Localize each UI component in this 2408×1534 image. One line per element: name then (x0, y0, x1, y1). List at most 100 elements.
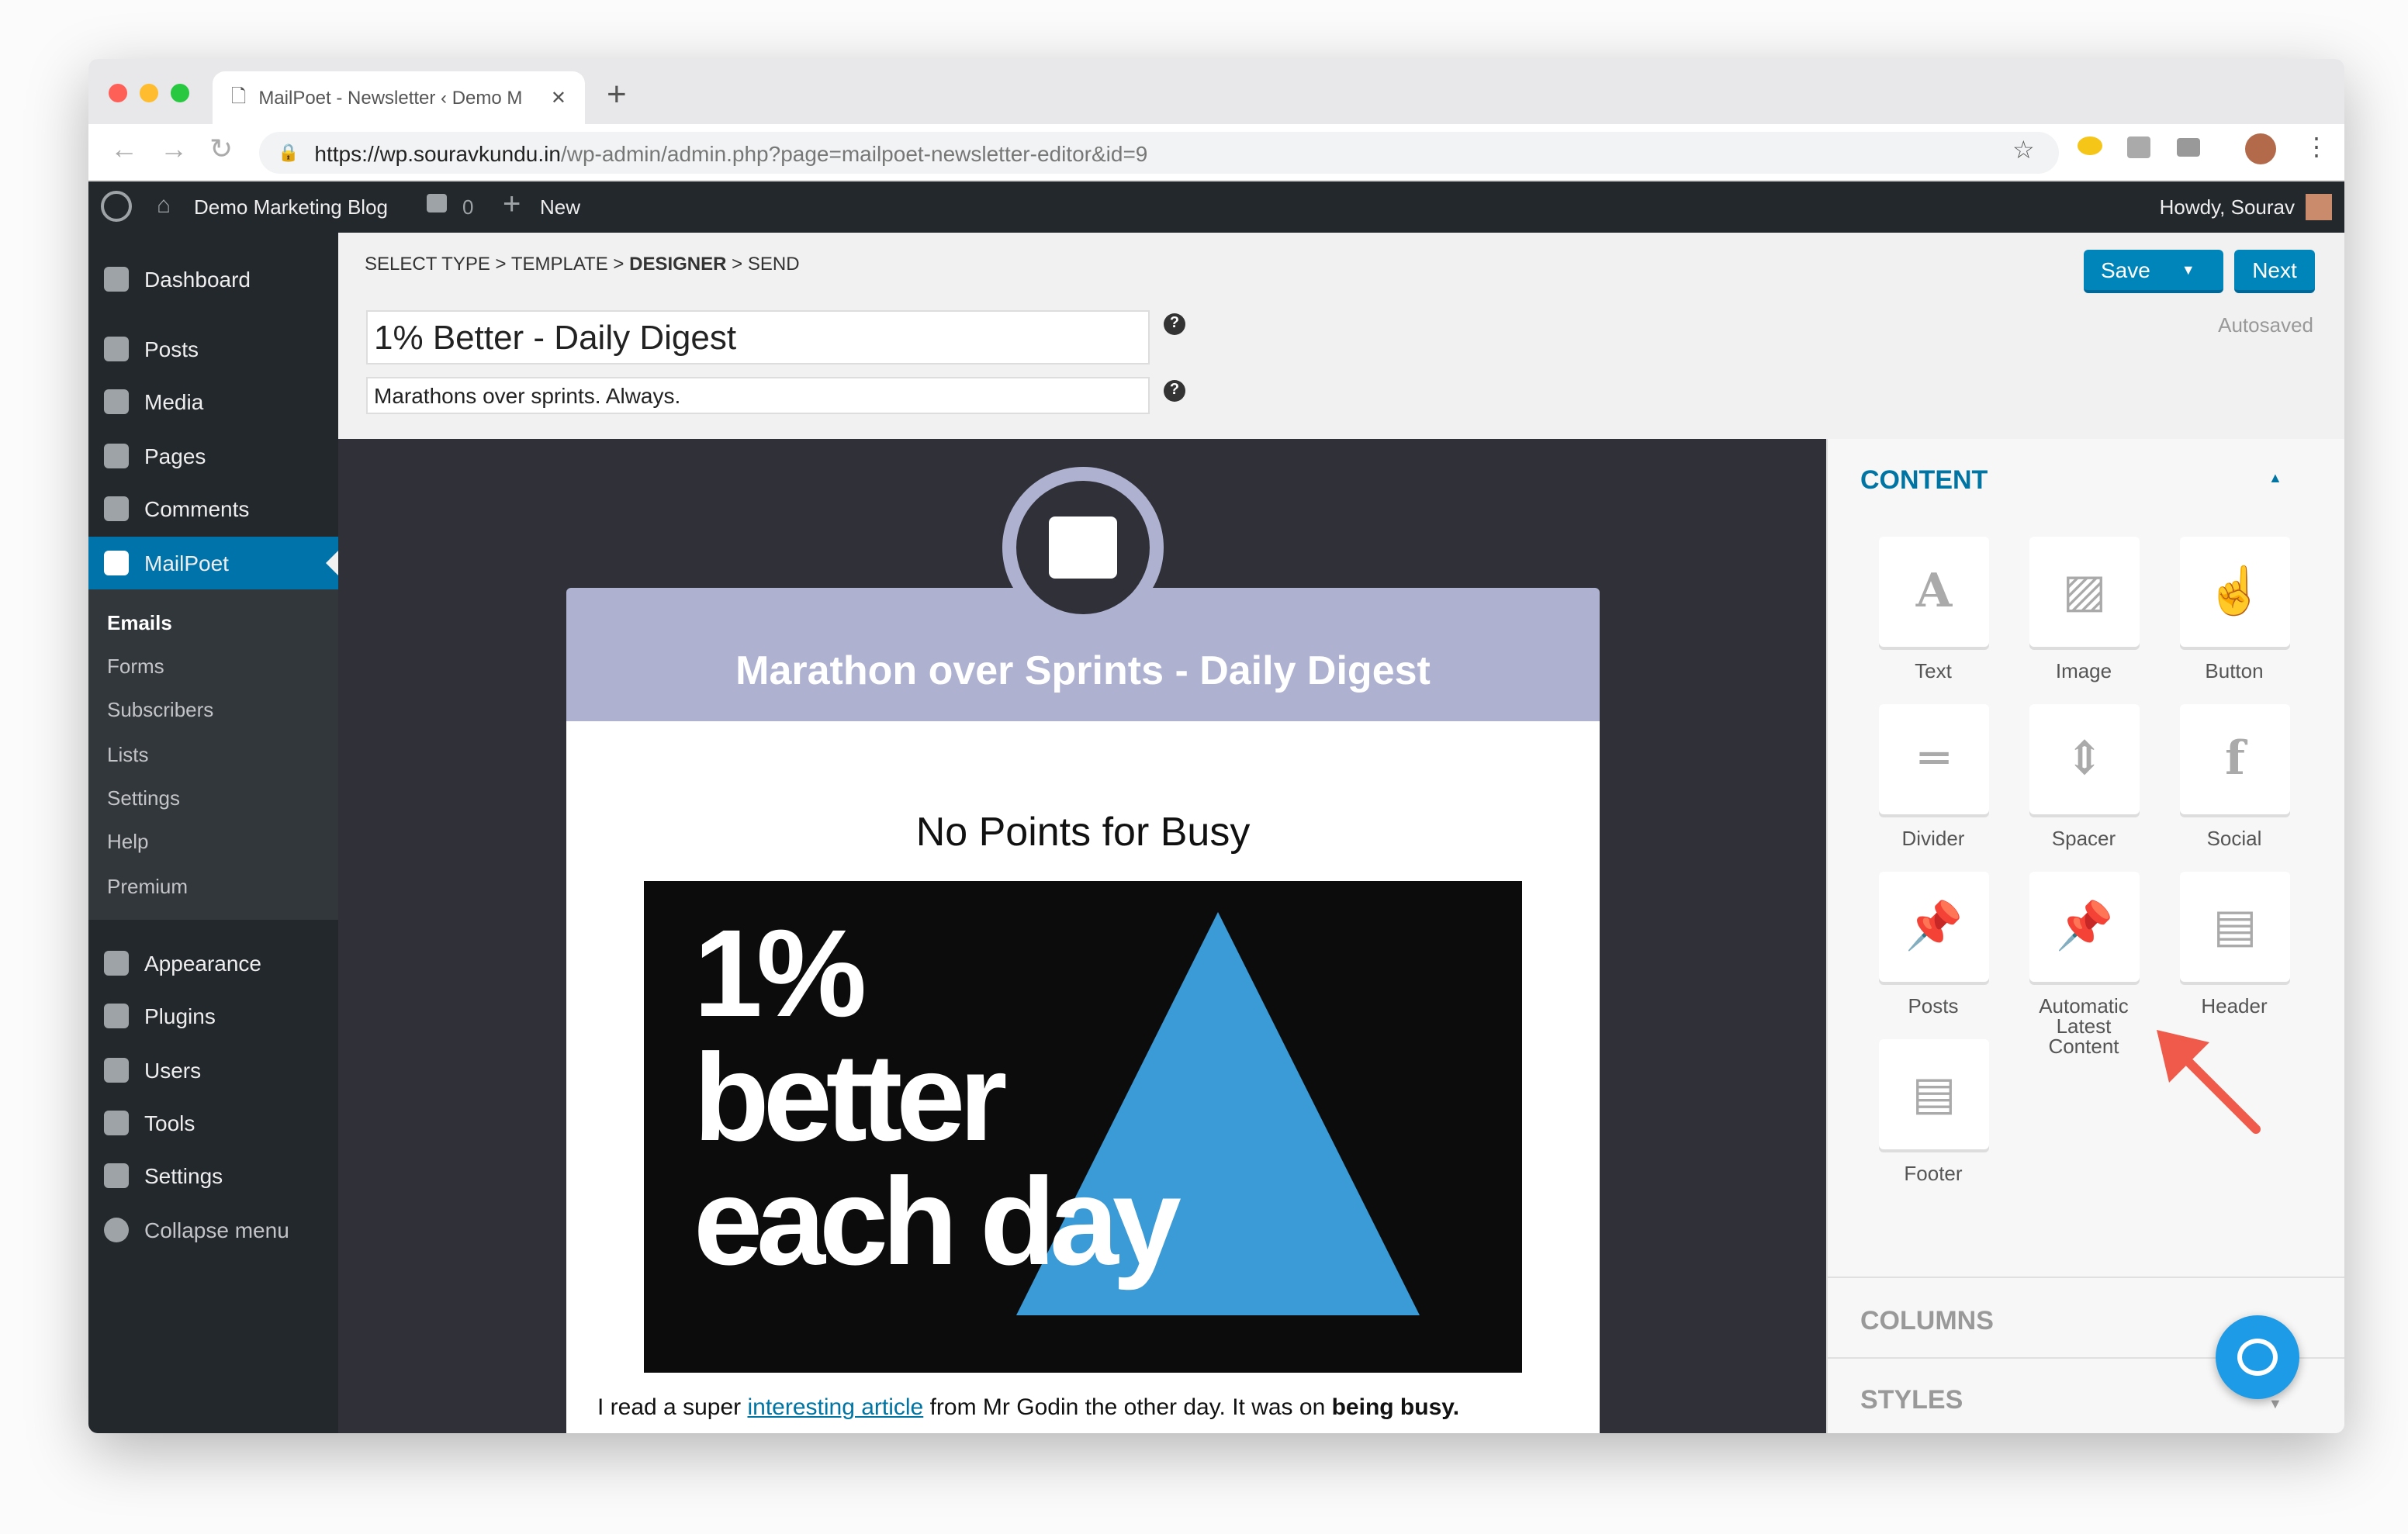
extension-briefcase-icon[interactable] (2127, 136, 2150, 158)
browser-menu-icon[interactable]: ⋮ (2304, 132, 2329, 163)
dropdown-caret-icon[interactable]: ▼ (2181, 262, 2195, 278)
block-label: Header (2201, 994, 2268, 1017)
block-image[interactable]: ▨ (2029, 537, 2140, 647)
next-label: Next (2252, 257, 2297, 282)
email-canvas: Marathon over Sprints - Daily Digest No … (338, 439, 1826, 1433)
step-designer[interactable]: DESIGNER (629, 253, 726, 275)
camera-icon[interactable] (2177, 138, 2200, 157)
submenu-help[interactable]: Help (107, 830, 149, 853)
chat-support-button[interactable] (2216, 1315, 2299, 1399)
submenu-lists[interactable]: Lists (107, 743, 148, 766)
sidebar-item-settings[interactable]: Settings (88, 1151, 338, 1201)
article-link[interactable]: interesting article (747, 1394, 923, 1421)
posts-icon: 📌 (1905, 900, 1963, 954)
sidebar-item-posts[interactable]: Posts (88, 324, 338, 374)
comment-bubble-icon (104, 496, 129, 521)
block-spacer[interactable]: ⇕ (2029, 704, 2140, 814)
block-social[interactable]: f (2180, 704, 2290, 814)
sidebar-item-comments[interactable]: Comments (88, 484, 338, 534)
minimize-window-button[interactable] (140, 84, 158, 102)
block-divider[interactable]: ═ (1879, 704, 1989, 814)
block-button[interactable]: ☝ (2180, 537, 2290, 647)
preheader-help-icon[interactable]: ? (1164, 380, 1185, 402)
close-window-button[interactable] (109, 84, 127, 102)
sidebar-item-media[interactable]: Media (88, 377, 338, 427)
email-hero-image[interactable]: 1% better each day (644, 881, 1522, 1373)
autosave-status: Autosaved (2218, 313, 2313, 337)
email-heading[interactable]: No Points for Busy (566, 808, 1600, 856)
content-section-heading[interactable]: CONTENT (1860, 465, 1988, 496)
block-text[interactable]: A (1879, 537, 1989, 647)
reload-icon[interactable]: ↻ (209, 133, 233, 166)
submenu-subscribers[interactable]: Subscribers (107, 698, 213, 721)
submenu-premium[interactable]: Premium (107, 875, 188, 898)
lock-icon: 🔒 (278, 144, 299, 163)
sidebar-item-users[interactable]: Users (88, 1045, 338, 1095)
save-label: Save (2101, 257, 2150, 282)
submenu-settings[interactable]: Settings (107, 786, 180, 810)
sidebar-item-mailpoet[interactable]: MailPoet (88, 537, 338, 589)
block-posts[interactable]: 📌 (1879, 872, 1989, 982)
pages-icon (104, 444, 129, 468)
collapse-menu-button[interactable]: Collapse menu (88, 1205, 338, 1255)
sidebar-item-plugins[interactable]: Plugins (88, 991, 338, 1041)
next-button[interactable]: Next (2234, 250, 2315, 293)
user-icon (104, 1058, 129, 1083)
howdy-user-link[interactable]: Howdy, Sourav (2160, 195, 2295, 219)
sep: > (607, 253, 630, 275)
step-template[interactable]: TEMPLATE (511, 253, 608, 275)
sidebar-item-appearance[interactable]: Appearance (88, 938, 338, 988)
plus-icon: + (503, 188, 521, 222)
sidebar-label: Settings (144, 1163, 223, 1188)
sidebar-label: Comments (144, 496, 250, 521)
image-icon: ▨ (2062, 565, 2107, 619)
step-send[interactable]: SEND (748, 253, 800, 275)
block-header[interactable]: ▤ (2180, 872, 2290, 982)
styles-section-heading[interactable]: STYLES (1860, 1385, 1963, 1416)
sep: > (726, 253, 748, 275)
url-field[interactable]: 🔒 https://wp.souravkundu.in/wp-admin/adm… (259, 132, 2059, 174)
sidebar-item-tools[interactable]: Tools (88, 1098, 338, 1148)
profile-avatar[interactable] (2245, 133, 2276, 164)
block-footer[interactable]: ▤ (1879, 1039, 1989, 1149)
sidebar-label: Appearance (144, 951, 262, 976)
bookmark-star-icon[interactable]: ☆ (2012, 135, 2035, 166)
button-icon: ☝ (2206, 565, 2264, 619)
preheader-input[interactable] (366, 377, 1150, 414)
settings-icon (104, 1163, 129, 1188)
step-select-type[interactable]: SELECT TYPE (365, 253, 490, 275)
pin-icon (104, 337, 129, 361)
submenu-emails[interactable]: Emails (107, 611, 172, 634)
subject-input[interactable] (366, 310, 1150, 364)
maximize-window-button[interactable] (171, 84, 189, 102)
collapse-icon (104, 1218, 129, 1242)
back-icon[interactable]: ← (110, 133, 138, 166)
sidebar-item-pages[interactable]: Pages (88, 431, 338, 481)
email-paragraph[interactable]: I read a super interesting article from … (597, 1394, 1459, 1421)
collapse-arrow-icon[interactable]: ▲ (2268, 470, 2282, 485)
comments-icon[interactable] (427, 194, 447, 212)
wordpress-logo-icon[interactable] (101, 191, 132, 222)
browser-window: 🗋 MailPoet - Newsletter ‹ Demo M ✕ + ← →… (88, 59, 2344, 1433)
sidebar-label: Collapse menu (144, 1218, 289, 1242)
site-name-link[interactable]: Demo Marketing Blog (194, 195, 388, 219)
tab-title: MailPoet - Newsletter ‹ Demo M (258, 87, 523, 109)
sidebar-item-dashboard[interactable]: Dashboard (88, 254, 338, 304)
columns-section-heading[interactable]: COLUMNS (1860, 1306, 1994, 1337)
comments-count[interactable]: 0 (462, 195, 473, 219)
close-tab-icon[interactable]: ✕ (551, 87, 566, 109)
extension-eye-icon[interactable] (2078, 136, 2102, 155)
expand-arrow-icon[interactable]: ▼ (2268, 1396, 2282, 1411)
subject-help-icon[interactable]: ? (1164, 313, 1185, 335)
new-tab-icon[interactable]: + (607, 74, 627, 115)
sidebar-label: Tools (144, 1111, 195, 1135)
sidebar-label: Posts (144, 337, 199, 361)
new-content-link[interactable]: New (540, 195, 580, 219)
user-avatar[interactable] (2306, 194, 2332, 220)
block-label: Footer (1904, 1162, 1963, 1185)
submenu-forms[interactable]: Forms (107, 655, 164, 678)
browser-tab[interactable]: 🗋 MailPoet - Newsletter ‹ Demo M ✕ (213, 71, 585, 124)
block-automatic-latest-content[interactable]: 📌 (2029, 872, 2140, 982)
save-button[interactable]: Save ▼ (2084, 250, 2223, 293)
forward-icon[interactable]: → (160, 133, 188, 166)
